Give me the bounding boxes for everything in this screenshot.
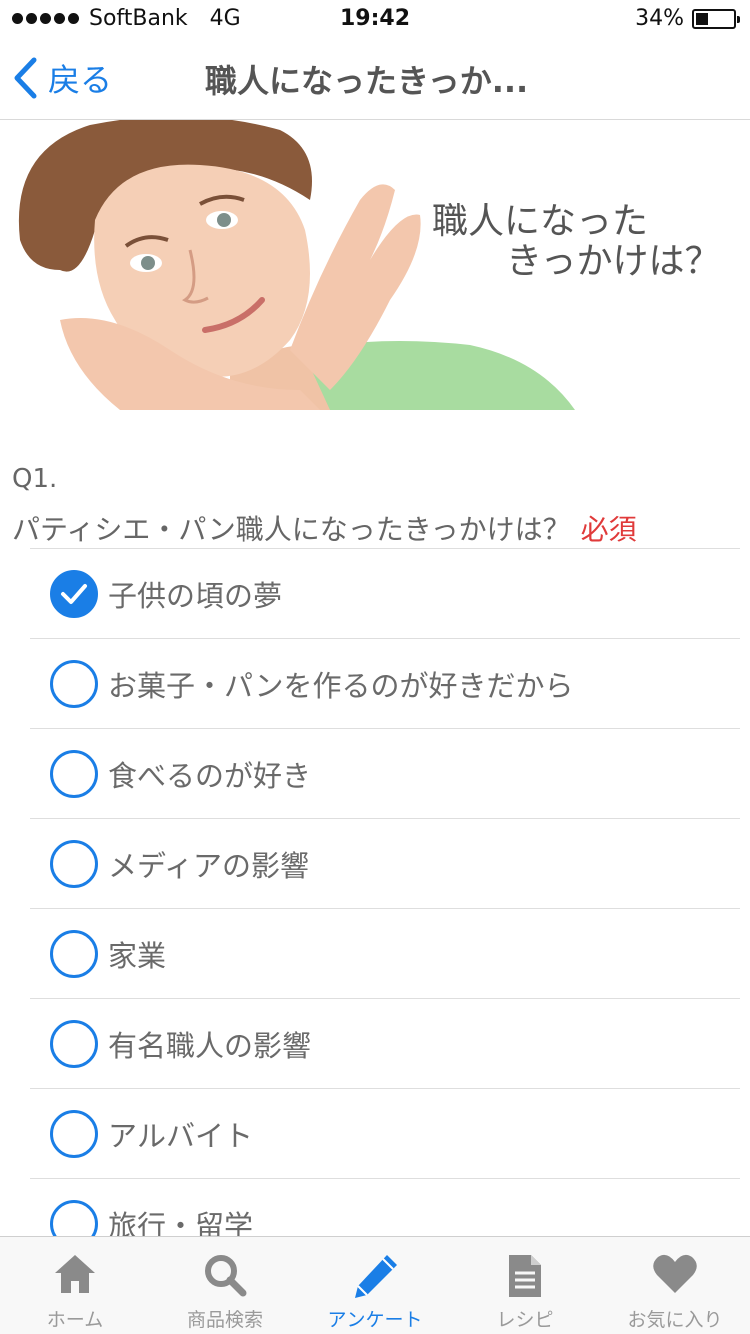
answer-options-list: 子供の頃の夢 お菓子・パンを作るのが好きだから 食べるのが好き メディアの影響 … [30, 548, 740, 1268]
radio-button[interactable] [50, 659, 98, 708]
tab-label: 商品検索 [186, 1309, 263, 1331]
status-right: 34% [635, 6, 740, 31]
back-label: 戻る [48, 61, 113, 99]
answer-option[interactable]: 食べるのが好き [30, 728, 740, 818]
battery-icon [692, 8, 740, 29]
option-label: お菓子・パンを作るのが好きだから [108, 668, 574, 703]
pencil-icon [355, 1255, 397, 1298]
radio-button[interactable] [50, 569, 98, 618]
question-text-row: パティシエ・パン職人になったきっかけは？ 必須 [12, 508, 637, 548]
option-label: 家業 [108, 938, 167, 973]
radio-button[interactable] [50, 839, 98, 888]
tab-label: ホーム [46, 1309, 104, 1331]
answer-option[interactable]: 子供の頃の夢 [30, 548, 740, 638]
hero-heading-line1: 職人になった [432, 201, 649, 242]
option-label: 有名職人の影響 [108, 1028, 312, 1063]
tab-search[interactable]: 商品検索 [150, 1237, 300, 1334]
home-icon [55, 1255, 95, 1293]
option-label: メディアの影響 [108, 848, 309, 883]
battery-percent: 34% [635, 6, 684, 31]
radio-button[interactable] [50, 1019, 98, 1068]
tab-favorites[interactable]: お気に入り [600, 1237, 750, 1334]
question-number: Q1. [12, 464, 58, 494]
tab-home[interactable]: ホーム [0, 1237, 150, 1334]
checkmark-icon [61, 583, 87, 604]
heart-icon [653, 1254, 697, 1293]
chevron-left-icon [14, 57, 37, 99]
answer-option[interactable]: お菓子・パンを作るのが好きだから [30, 638, 740, 728]
option-label: 食べるのが好き [108, 758, 312, 793]
radio-button[interactable] [50, 749, 98, 798]
tab-bar: ホーム 商品検索 アンケート レシピ お気に入り [0, 1236, 750, 1334]
required-badge: 必須 [580, 513, 637, 546]
navigation-bar: 戻る 職人になったきっか... [0, 40, 750, 120]
answer-option[interactable]: アルバイト [30, 1088, 740, 1178]
page-title: 職人になったきっか... [205, 62, 529, 100]
status-bar: SoftBank 4G 19:42 34% [0, 0, 750, 40]
tab-label: アンケート [327, 1309, 423, 1331]
answer-option[interactable]: 有名職人の影響 [30, 998, 740, 1088]
option-label: アルバイト [108, 1118, 254, 1153]
answer-option[interactable]: メディアの影響 [30, 818, 740, 908]
hero-banner: 職人になった きっかけは？ [0, 120, 750, 410]
answer-option[interactable]: 家業 [30, 908, 740, 998]
question-text: パティシエ・パン職人になったきっかけは？ [12, 513, 571, 546]
radio-button[interactable] [50, 929, 98, 978]
tab-survey[interactable]: アンケート [300, 1237, 450, 1334]
option-label: 子供の頃の夢 [108, 578, 283, 613]
tab-label: お気に入り [627, 1309, 723, 1331]
search-icon [205, 1255, 247, 1297]
tab-label: レシピ [496, 1309, 554, 1331]
document-icon [509, 1255, 541, 1297]
hero-heading-line2: きっかけは？ [506, 241, 721, 282]
radio-button[interactable] [50, 1109, 98, 1158]
back-button[interactable]: 戻る [12, 50, 112, 106]
tab-recipe[interactable]: レシピ [450, 1237, 600, 1334]
